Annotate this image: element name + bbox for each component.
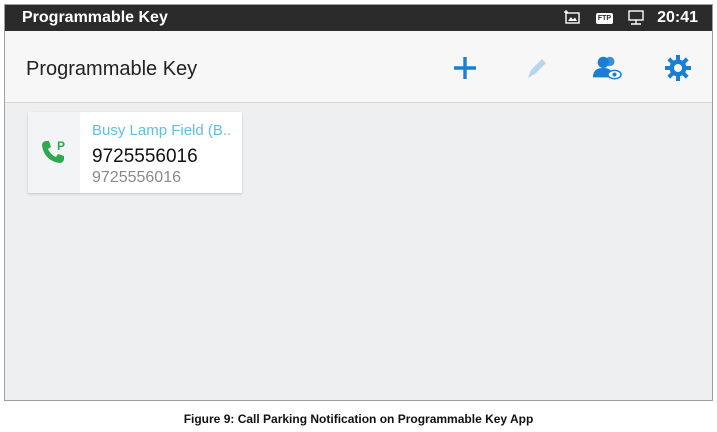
app-bar: Programmable Key [5,31,712,103]
screenshot-icon [563,10,582,26]
key-label: Busy Lamp Field (B.. [92,122,232,139]
figure-caption: Figure 9: Call Parking Notification on P… [183,412,534,426]
contacts-view-icon [592,56,622,80]
status-bar-title: Programmable Key [22,9,168,26]
add-button[interactable] [450,53,480,83]
settings-button[interactable] [663,53,693,83]
page-title: Programmable Key [26,58,198,80]
edit-icon [528,59,546,78]
key-icon-box: P [28,112,80,193]
programmable-key-card[interactable]: P Busy Lamp Field (B.. 9725556016 972555… [28,112,242,193]
status-icons: FTP 20:41 [550,8,698,28]
edit-button[interactable] [522,53,552,83]
plus-icon [454,57,476,79]
ftp-badge: FTP [595,12,614,24]
key-sub-number: 9725556016 [92,169,181,186]
network-icon [627,10,645,26]
gear-icon [665,55,691,81]
contacts-view-button[interactable] [592,53,622,83]
svg-text:P: P [57,139,65,153]
status-clock: 20:41 [657,9,698,26]
device-screen: Programmable Key FTP 20:41 Programmable … [4,4,713,401]
call-park-icon: P [42,139,65,163]
key-number: 9725556016 [92,146,198,167]
ftp-icon: FTP [595,12,614,24]
status-bar: Programmable Key FTP 20:41 [5,5,712,31]
